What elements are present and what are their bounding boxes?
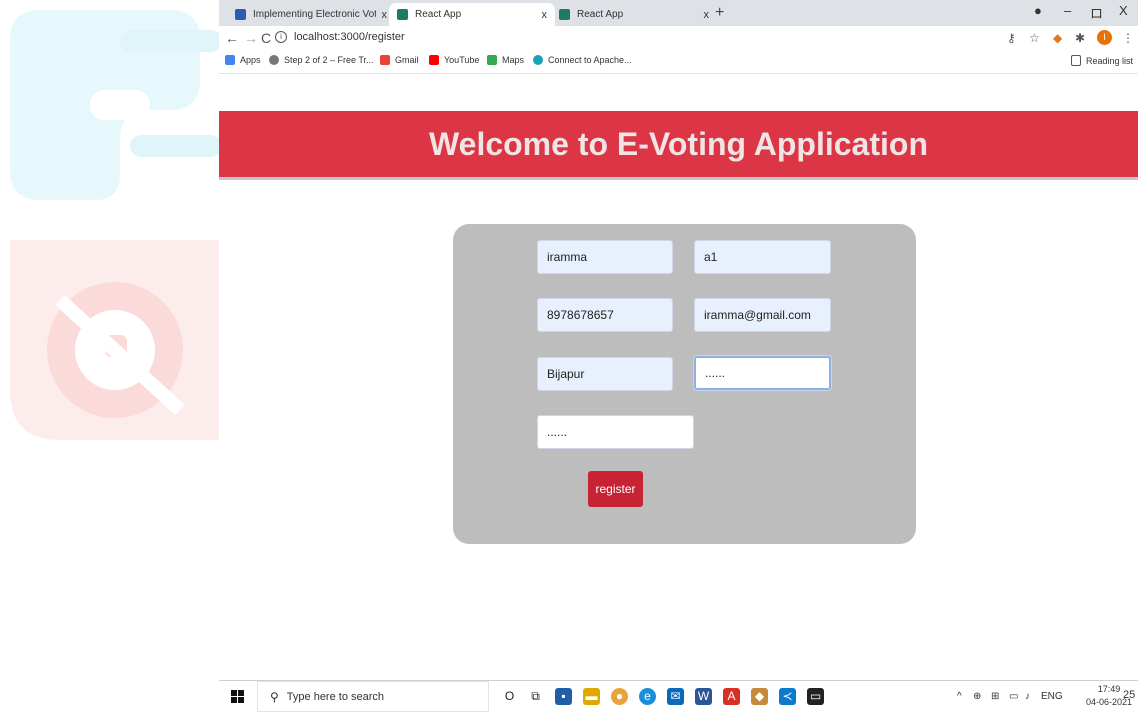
bookmark-label: Gmail xyxy=(395,55,419,65)
gear-bookmark-icon xyxy=(269,55,279,65)
search-icon: ⚲ xyxy=(270,689,279,704)
volume-icon[interactable]: ♪ xyxy=(1025,691,1030,702)
register-button[interactable]: register xyxy=(588,471,643,507)
key-icon[interactable]: ⚷ xyxy=(1007,31,1016,45)
bookmark-label: Maps xyxy=(502,55,525,65)
store-icon[interactable]: ▪ xyxy=(555,688,572,705)
acrobat-icon[interactable]: A xyxy=(723,688,740,705)
language-indicator[interactable]: ENG xyxy=(1041,691,1063,702)
bookmarks-bar: Apps Step 2 of 2 – Free Tr... Gmail YouT… xyxy=(219,51,1138,74)
tab-implementing-electronic-voting[interactable]: Implementing Electronic Voting S x xyxy=(227,3,395,26)
reading-list-icon xyxy=(1071,55,1081,66)
watermark-graphic-bottom xyxy=(10,240,222,440)
reload-icon[interactable]: C xyxy=(261,30,271,46)
task-view-icon[interactable]: ⧉ xyxy=(527,688,544,705)
last-name-field[interactable] xyxy=(694,240,831,274)
browser-profile-dot-icon[interactable]: ● xyxy=(1034,3,1042,18)
page-title: Welcome to E-Voting Application xyxy=(429,125,928,162)
minimize-button[interactable]: – xyxy=(1064,3,1071,18)
windows-taskbar: ⚲ Type here to search O ⧉ ▪ ▬ ● e ✉ W A … xyxy=(219,680,1138,712)
network-icon[interactable]: ⊞ xyxy=(991,691,999,702)
react-app-favicon-icon xyxy=(559,9,570,20)
tab-title: React App xyxy=(415,9,462,20)
windows-start-icon[interactable] xyxy=(231,690,244,703)
confirm-password-field[interactable] xyxy=(537,415,694,449)
apps-grid-icon xyxy=(225,55,235,65)
notification-icon[interactable]: 25 xyxy=(1123,689,1135,701)
tab-close-icon[interactable]: x xyxy=(382,9,388,21)
taskbar-search-box[interactable]: ⚲ Type here to search xyxy=(257,681,489,712)
reading-list-button[interactable]: Reading list xyxy=(1071,55,1133,66)
mail-icon[interactable]: ✉ xyxy=(667,688,684,705)
bookmark-gmail[interactable]: Gmail xyxy=(380,55,419,65)
password-field[interactable] xyxy=(694,356,831,390)
reading-list-label: Reading list xyxy=(1086,55,1134,66)
menu-dots-icon[interactable]: ⋮ xyxy=(1122,31,1134,45)
bookmark-label: Apps xyxy=(240,55,261,65)
maps-pin-icon xyxy=(487,55,497,65)
watermark-graphic-top xyxy=(0,0,222,205)
bookmark-label: Step 2 of 2 – Free Tr... xyxy=(284,55,374,65)
back-arrow-icon[interactable]: ← xyxy=(225,30,239,46)
tab-close-icon[interactable]: x xyxy=(704,9,710,21)
browser-toolbar: ← → C i localhost:3000/register ⚷ ☆ ◆ ✱ … xyxy=(219,26,1138,51)
forward-arrow-icon[interactable]: → xyxy=(244,30,258,46)
bookmark-label: YouTube xyxy=(444,55,480,65)
bookmark-connect-to-apache[interactable]: Connect to Apache... xyxy=(533,55,632,65)
chrome-icon[interactable]: ● xyxy=(611,688,628,705)
react-app-favicon-icon xyxy=(397,9,408,20)
tab-close-icon[interactable]: x xyxy=(542,9,548,21)
tab-bar: Implementing Electronic Voting S x React… xyxy=(219,0,1138,26)
file-explorer-icon[interactable]: ▬ xyxy=(583,688,600,705)
registration-form-card xyxy=(453,224,916,544)
first-name-field[interactable] xyxy=(537,240,673,274)
bookmark-maps[interactable]: Maps xyxy=(487,55,524,65)
bookmark-apps[interactable]: Apps xyxy=(225,55,261,65)
puzzle-extension-icon[interactable]: ✱ xyxy=(1075,31,1085,45)
battery-icon[interactable]: ▭ xyxy=(1009,691,1018,702)
edge-icon[interactable]: e xyxy=(639,688,656,705)
bookmark-step-2[interactable]: Step 2 of 2 – Free Tr... xyxy=(269,55,374,65)
profile-avatar[interactable]: I xyxy=(1097,30,1112,45)
grid-favicon-icon xyxy=(235,9,246,20)
tab-react-app[interactable]: React App x xyxy=(551,3,717,26)
tray-app-icon[interactable]: ⊕ xyxy=(973,691,981,702)
package-app-icon[interactable]: ◆ xyxy=(751,688,768,705)
apache-icon xyxy=(533,55,543,65)
info-icon[interactable]: i xyxy=(275,31,287,43)
star-icon[interactable]: ☆ xyxy=(1029,31,1040,45)
tab-title: Implementing Electronic Voting S xyxy=(253,9,376,20)
city-field[interactable] xyxy=(537,357,673,391)
bookmark-label: Connect to Apache... xyxy=(548,55,632,65)
email-field[interactable] xyxy=(694,298,831,332)
metamask-extension-icon[interactable]: ◆ xyxy=(1053,31,1062,45)
page-header: Welcome to E-Voting Application xyxy=(219,111,1138,180)
youtube-icon xyxy=(429,55,439,65)
word-icon[interactable]: W xyxy=(695,688,712,705)
tray-chevron-icon[interactable]: ^ xyxy=(957,691,962,702)
cortana-icon[interactable]: O xyxy=(501,688,518,705)
tab-react-app-active[interactable]: React App x xyxy=(389,3,555,26)
vscode-icon[interactable]: ≺ xyxy=(779,688,796,705)
url-text: localhost:3000/register xyxy=(294,31,405,43)
search-placeholder: Type here to search xyxy=(286,690,385,703)
browser-window: Implementing Electronic Voting S x React… xyxy=(219,0,1138,680)
close-window-button[interactable]: X xyxy=(1119,3,1128,18)
phone-field[interactable] xyxy=(537,298,673,332)
tab-title: React App xyxy=(577,9,624,20)
bookmark-youtube[interactable]: YouTube xyxy=(429,55,479,65)
restore-button[interactable]: ロ xyxy=(1090,3,1103,22)
gmail-icon xyxy=(380,55,390,65)
terminal-icon[interactable]: ▭ xyxy=(807,688,824,705)
address-bar[interactable]: i localhost:3000/register xyxy=(275,31,405,43)
new-tab-button[interactable]: + xyxy=(715,4,724,22)
